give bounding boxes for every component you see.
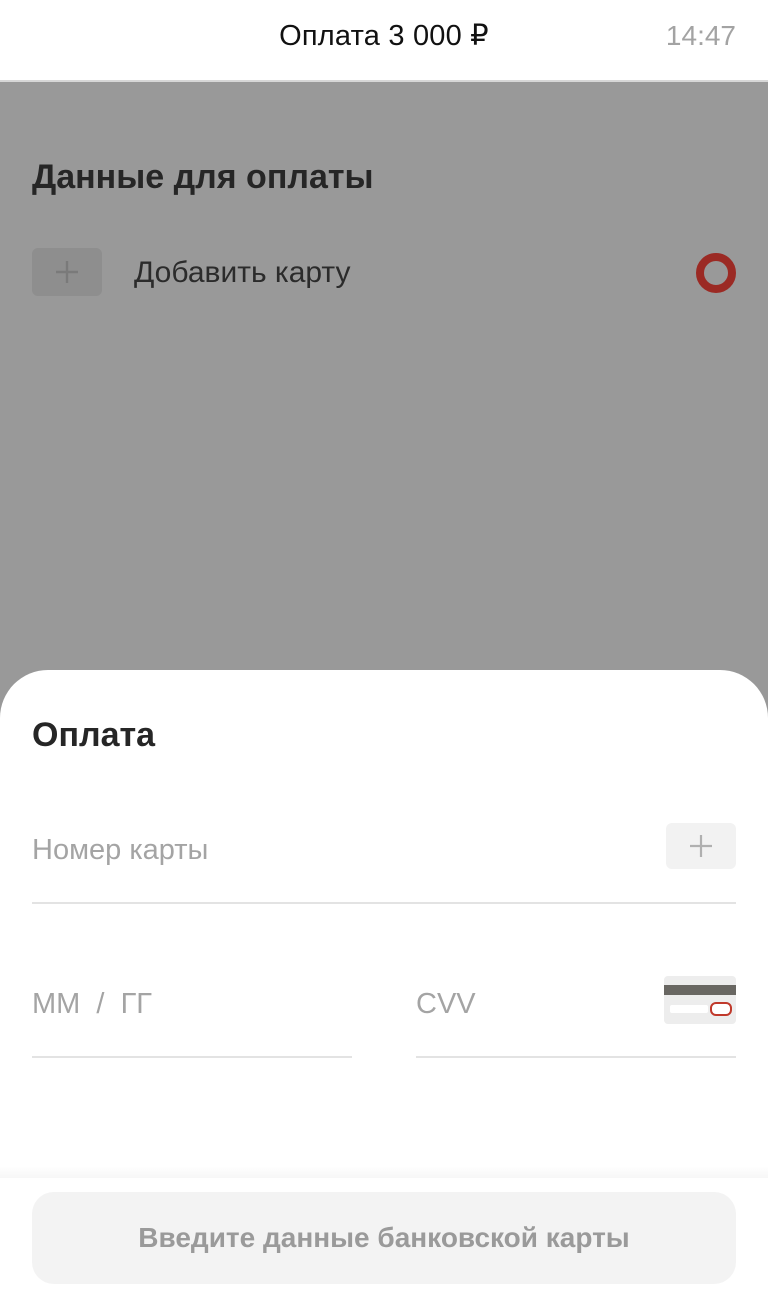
card-number-input[interactable]: [32, 820, 632, 880]
scan-card-plus-icon: [690, 835, 712, 857]
expiry-field-container: [32, 974, 352, 1058]
header-bar: Оплата 3 000 ₽ 14:47: [0, 0, 768, 82]
sheet-title: Оплата: [32, 716, 156, 754]
payment-data-title: Данные для оплаты: [32, 158, 374, 196]
clock: 14:47: [665, 20, 736, 51]
plus-icon: [32, 248, 102, 296]
add-card-label: Добавить карту: [134, 256, 351, 289]
payment-bottom-sheet: Оплата Введите данные банковской карты: [0, 670, 768, 1296]
scan-card-button[interactable]: [666, 823, 736, 869]
sheet-footer: Введите данные банковской карты: [0, 1178, 768, 1296]
expiry-date-input[interactable]: [32, 974, 332, 1034]
cvv-field-container: [416, 974, 736, 1058]
cvv-card-icon: [664, 976, 736, 1024]
cvv-input[interactable]: [416, 974, 636, 1034]
add-card-row[interactable]: Добавить карту: [32, 248, 736, 296]
selected-radio[interactable]: [696, 253, 736, 293]
card-number-field-container: [32, 820, 736, 904]
enter-card-data-button[interactable]: Введите данные банковской карты: [32, 1192, 736, 1284]
payment-amount-title: Оплата 3 000 ₽: [279, 20, 489, 52]
